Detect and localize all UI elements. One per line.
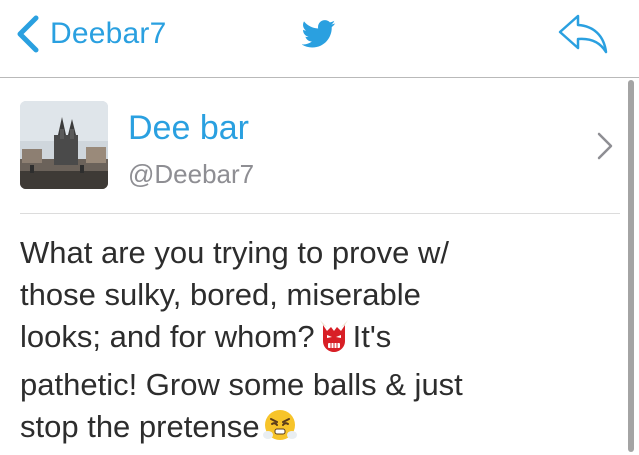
scrollbar[interactable]: [628, 80, 634, 452]
tweet-line: pathetic! Grow some balls & just: [20, 367, 463, 402]
tweet-text-fragment: stop the pretense: [20, 409, 260, 444]
display-name: Dee bar: [128, 109, 249, 147]
tweet-line: stop the pretense: [20, 406, 580, 454]
user-handle: @Deebar7: [128, 159, 255, 189]
japanese-ogre-emoji: [317, 319, 351, 364]
face-with-steam-emoji: [262, 407, 298, 454]
chevron-right-icon: [597, 132, 613, 160]
tweet-text: What are you trying to prove w/ those su…: [20, 232, 580, 454]
tweet-line: looks; and for whom? It's: [20, 316, 580, 364]
profile-row[interactable]: Dee bar @Deebar7: [0, 79, 639, 213]
back-button[interactable]: Deebar7: [14, 14, 166, 54]
reply-arrow-icon[interactable]: [556, 12, 610, 54]
tweet-line: What are you trying to prove w/: [20, 235, 450, 270]
divider: [20, 213, 620, 214]
tweet-text-fragment: looks; and for whom?: [20, 319, 315, 354]
back-button-label: Deebar7: [50, 17, 167, 50]
navigation-bar: Deebar7: [0, 0, 639, 78]
avatar: [20, 101, 108, 189]
avatar-photo-church: [20, 101, 108, 189]
chevron-left-icon: [17, 15, 39, 53]
tweet-text-fragment: It's: [352, 319, 392, 354]
tweet-line: those sulky, bored, miserable: [20, 277, 421, 312]
twitter-bird-icon: [302, 20, 336, 48]
